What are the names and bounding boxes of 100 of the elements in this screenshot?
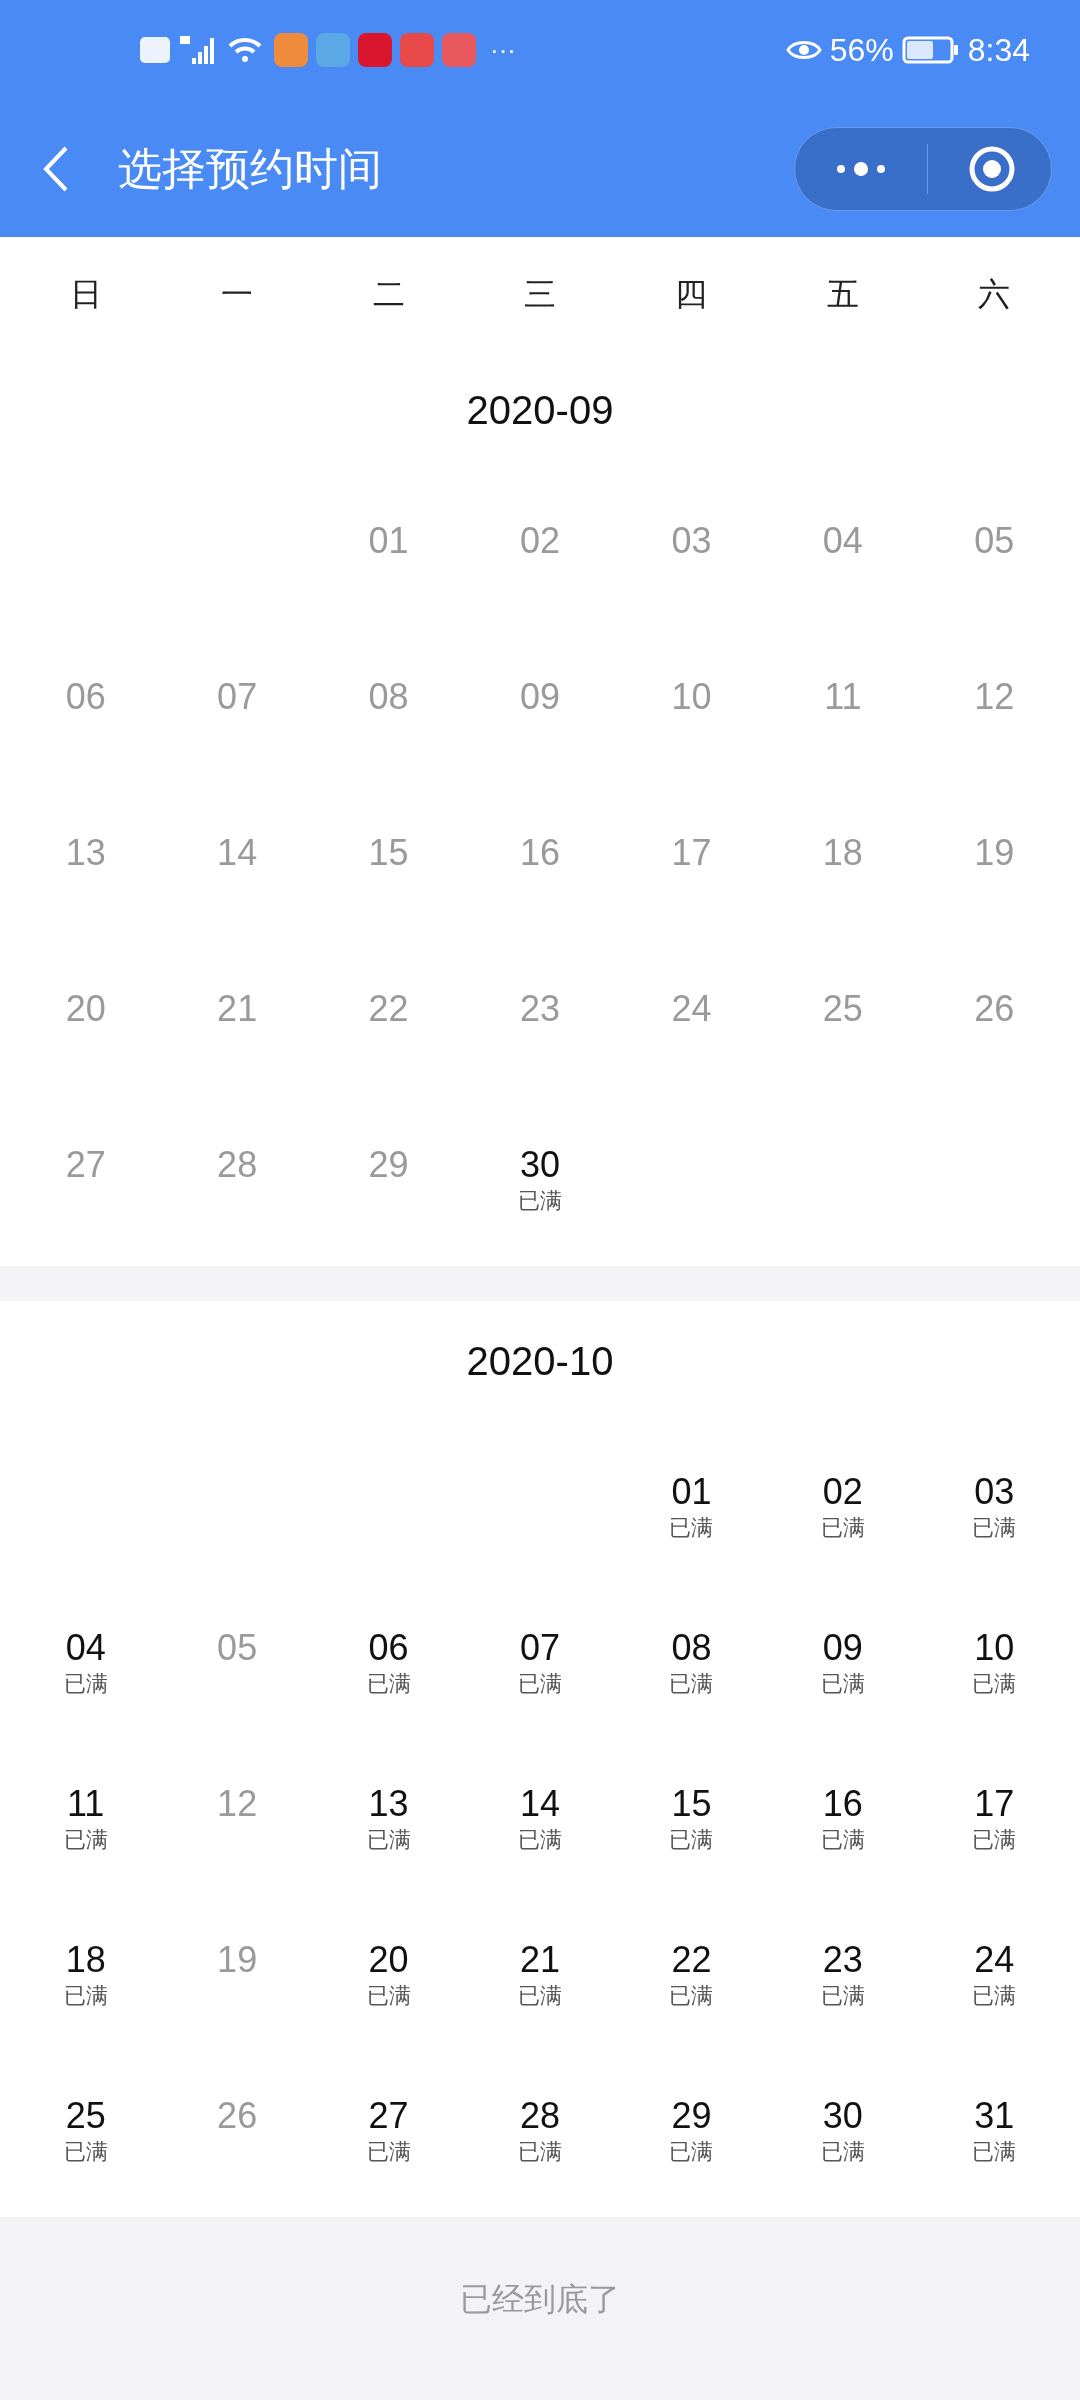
battery-percent: 56% bbox=[829, 31, 894, 70]
app-icon bbox=[358, 33, 392, 67]
weekday-label: 日 bbox=[68, 274, 103, 314]
day-number[interactable]: 13 bbox=[65, 832, 106, 874]
day-number[interactable]: 12 bbox=[974, 676, 1015, 718]
day-status: 已满 bbox=[63, 1826, 108, 1854]
day-number[interactable]: 01 bbox=[671, 1471, 712, 1513]
day-number[interactable]: 02 bbox=[519, 520, 560, 562]
day-number[interactable]: 09 bbox=[822, 1627, 863, 1669]
more-icon[interactable] bbox=[835, 160, 887, 177]
day-number[interactable]: 29 bbox=[671, 2095, 712, 2137]
day-status: 已满 bbox=[972, 1514, 1017, 1542]
day-number[interactable]: 18 bbox=[65, 1939, 106, 1981]
day-number[interactable]: 03 bbox=[671, 520, 712, 562]
day-number[interactable]: 24 bbox=[671, 988, 712, 1030]
day-number[interactable]: 21 bbox=[519, 1939, 560, 1981]
day-status: 已满 bbox=[669, 1982, 714, 2010]
day-number[interactable]: 10 bbox=[974, 1627, 1015, 1669]
day-number[interactable]: 07 bbox=[217, 676, 258, 718]
day-number[interactable]: 07 bbox=[519, 1627, 560, 1669]
day-status: 已满 bbox=[820, 2138, 865, 2166]
day-number[interactable]: 16 bbox=[519, 832, 560, 874]
day-number[interactable]: 11 bbox=[824, 676, 862, 718]
day-number[interactable]: 20 bbox=[65, 988, 106, 1030]
day-status: 已满 bbox=[820, 1826, 865, 1854]
day-number[interactable]: 15 bbox=[368, 832, 409, 874]
day-status: 已满 bbox=[820, 1514, 865, 1542]
day-number[interactable]: 19 bbox=[217, 1939, 258, 1981]
day-status: 已满 bbox=[366, 1826, 411, 1854]
day-status: 已满 bbox=[972, 2138, 1017, 2166]
app-icon bbox=[316, 33, 350, 67]
day-number[interactable]: 28 bbox=[519, 2095, 560, 2137]
day-number[interactable]: 10 bbox=[671, 676, 712, 718]
day-number[interactable]: 02 bbox=[822, 1471, 863, 1513]
day-number[interactable]: 25 bbox=[822, 988, 863, 1030]
day-number[interactable]: 23 bbox=[822, 1939, 863, 1981]
day-status: 已满 bbox=[63, 1982, 108, 2010]
day-number[interactable]: 05 bbox=[974, 520, 1015, 562]
day-number[interactable]: 12 bbox=[217, 1783, 258, 1825]
weekday-label: 四 bbox=[674, 274, 709, 314]
day-number[interactable]: 14 bbox=[519, 1783, 560, 1825]
battery-icon bbox=[901, 36, 960, 64]
day-number[interactable]: 19 bbox=[974, 832, 1015, 874]
day-number[interactable]: 28 bbox=[217, 1144, 258, 1186]
month-title: 2020-09 bbox=[466, 387, 614, 434]
day-number[interactable]: 26 bbox=[217, 2095, 258, 2137]
day-status: 已满 bbox=[366, 1982, 411, 2010]
day-status: 已满 bbox=[669, 1826, 714, 1854]
app-icon bbox=[400, 33, 434, 67]
day-number[interactable]: 06 bbox=[65, 676, 106, 718]
day-number[interactable]: 04 bbox=[822, 520, 863, 562]
day-number[interactable]: 25 bbox=[65, 2095, 106, 2137]
day-number[interactable]: 14 bbox=[217, 832, 258, 874]
day-number[interactable]: 22 bbox=[368, 988, 409, 1030]
day-status: 已满 bbox=[820, 1982, 865, 2010]
day-number[interactable]: 27 bbox=[368, 2095, 409, 2137]
app-icon bbox=[442, 33, 476, 67]
day-status: 已满 bbox=[669, 1670, 714, 1698]
day-number[interactable]: 18 bbox=[822, 832, 863, 874]
day-number[interactable]: 24 bbox=[974, 1939, 1015, 1981]
day-status: 已满 bbox=[972, 1826, 1017, 1854]
day-number[interactable]: 27 bbox=[65, 1144, 106, 1186]
page-title: 选择预约时间 bbox=[118, 141, 382, 196]
more-notifications: ··· bbox=[490, 33, 516, 67]
day-number[interactable]: 30 bbox=[519, 1144, 560, 1186]
day-number[interactable]: 22 bbox=[671, 1939, 712, 1981]
day-number[interactable]: 03 bbox=[974, 1471, 1015, 1513]
month-title: 2020-10 bbox=[466, 1338, 614, 1385]
day-number[interactable]: 17 bbox=[974, 1783, 1015, 1825]
day-number[interactable]: 06 bbox=[368, 1627, 409, 1669]
day-status: 已满 bbox=[972, 1670, 1017, 1698]
day-status: 已满 bbox=[518, 1982, 562, 2010]
day-number[interactable]: 21 bbox=[217, 988, 258, 1030]
day-number[interactable]: 31 bbox=[974, 2095, 1015, 2137]
day-number[interactable]: 08 bbox=[368, 676, 409, 718]
day-number[interactable]: 09 bbox=[519, 676, 560, 718]
day-status: 已满 bbox=[820, 1670, 865, 1698]
day-status: 已满 bbox=[518, 1670, 562, 1698]
weekday-label: 五 bbox=[825, 274, 860, 314]
day-status: 已满 bbox=[669, 1514, 714, 1542]
day-number[interactable]: 11 bbox=[67, 1783, 105, 1825]
day-status: 已满 bbox=[366, 2138, 411, 2166]
day-number[interactable]: 05 bbox=[217, 1627, 258, 1669]
day-number[interactable]: 26 bbox=[974, 988, 1015, 1030]
close-mini-program-icon[interactable] bbox=[968, 144, 1016, 193]
day-number[interactable]: 20 bbox=[368, 1939, 409, 1981]
day-number[interactable]: 13 bbox=[368, 1783, 409, 1825]
weekday-label: 六 bbox=[977, 274, 1012, 314]
day-number[interactable]: 30 bbox=[822, 2095, 863, 2137]
day-number[interactable]: 17 bbox=[671, 832, 712, 874]
day-number[interactable]: 23 bbox=[519, 988, 560, 1030]
day-number[interactable]: 15 bbox=[671, 1783, 712, 1825]
day-number[interactable]: 01 bbox=[368, 520, 409, 562]
day-status: 已满 bbox=[518, 2138, 562, 2166]
day-number[interactable]: 16 bbox=[822, 1783, 863, 1825]
day-number[interactable]: 29 bbox=[368, 1144, 409, 1186]
day-status: 已满 bbox=[518, 1187, 562, 1215]
day-number[interactable]: 08 bbox=[671, 1627, 712, 1669]
day-number[interactable]: 04 bbox=[65, 1627, 106, 1669]
day-status: 已满 bbox=[669, 2138, 714, 2166]
